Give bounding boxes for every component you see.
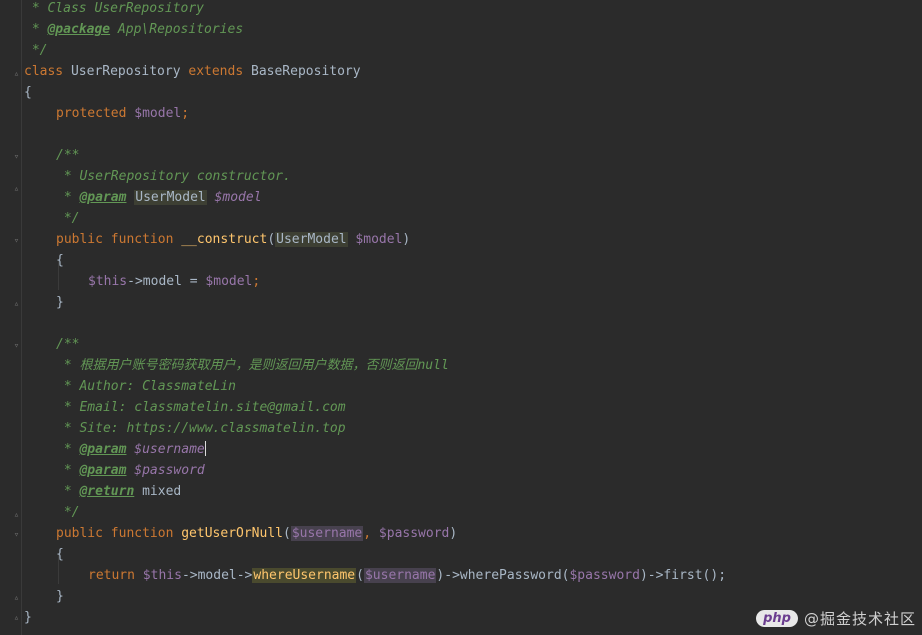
code-line-17: /** <box>56 337 80 352</box>
code-line-13: { <box>56 253 64 268</box>
doc-tag: @param <box>79 463 127 478</box>
variable-token: $this <box>88 274 128 289</box>
keyword-token: class <box>24 64 64 79</box>
code-line-9: * UserRepository constructor. <box>56 169 291 184</box>
code-line-25: */ <box>56 505 80 520</box>
code-line-1: * Class UserRepository <box>24 1 205 16</box>
code-line-10: * @param UserModel $model <box>56 187 262 208</box>
code-line-14: $this->model = $model; <box>88 271 260 292</box>
code-line-15: } <box>56 295 64 310</box>
doc-tag: @package <box>47 22 111 37</box>
member-token: ->model = <box>127 274 206 289</box>
doc-star: * <box>56 190 80 205</box>
paren-token: ) <box>449 526 458 541</box>
class-name-token: UserRepository <box>63 64 189 79</box>
doc-tag: @return <box>79 484 135 499</box>
method-token: whereUsername <box>252 568 357 583</box>
member-token: ->model-> <box>181 568 253 583</box>
fold-marker-icon[interactable] <box>12 153 21 162</box>
code-line-26: public function getUserOrNull($username,… <box>56 523 457 544</box>
watermark-text: @掘金技术社区 <box>803 610 916 628</box>
keyword-token: public function <box>56 526 182 541</box>
code-line-23: * @param $password <box>56 460 205 481</box>
code-line-22: * @param $username <box>56 439 206 460</box>
code-line-3: */ <box>24 43 48 58</box>
code-line-30: } <box>24 610 32 625</box>
code-line-20: * Email: classmatelin.site@gmail.com <box>56 400 346 415</box>
function-name-token: getUserOrNull <box>181 526 283 541</box>
doc-star: * <box>56 442 80 457</box>
code-line-6: protected $model; <box>56 103 189 124</box>
punct-token: , <box>363 526 379 541</box>
type-token: mixed <box>134 484 182 499</box>
code-line-8: /** <box>56 148 80 163</box>
code-editor[interactable]: * Class UserRepository * @package App\Re… <box>0 0 922 635</box>
code-line-27: { <box>56 547 64 562</box>
doc-text: App\Repositories <box>110 22 244 37</box>
fold-marker-icon[interactable] <box>12 342 21 351</box>
paren-token: ) <box>402 232 411 247</box>
variable-token: $password <box>569 568 640 583</box>
fold-marker-icon[interactable] <box>12 511 21 520</box>
variable-token: $password <box>378 526 450 541</box>
variable-token: $this <box>142 568 182 583</box>
function-name-token: __construct <box>181 232 268 247</box>
punct-token: ; <box>181 106 190 121</box>
code-line-18: * 根据用户账号密码获取用户，是则返回用户数据，否则返回null <box>56 358 449 373</box>
member-token: )->wherePassword( <box>436 568 570 583</box>
text-caret <box>204 441 206 456</box>
doc-star: * <box>56 484 80 499</box>
code-line-4: class UserRepository extends BaseReposit… <box>24 61 361 82</box>
code-line-2: * @package App\Repositories <box>24 22 244 37</box>
variable-token: $username <box>363 568 437 583</box>
fold-marker-icon[interactable] <box>12 185 21 194</box>
variable-token: $model <box>126 106 182 121</box>
watermark: php @掘金技术社区 <box>756 608 916 629</box>
variable-token: $model <box>347 232 403 247</box>
code-line-24: * @return mixed <box>56 481 181 502</box>
variable-token: $model <box>205 274 253 289</box>
class-name-token: BaseRepository <box>243 64 361 79</box>
keyword-token: extends <box>188 64 244 79</box>
type-token: UserModel <box>134 190 207 205</box>
variable-token: $password <box>126 463 205 478</box>
code-line-21: * Site: https://www.classmatelin.top <box>56 421 346 436</box>
fold-marker-icon[interactable] <box>12 594 21 603</box>
paren-token: ( <box>356 568 364 583</box>
variable-token: $model <box>206 190 262 205</box>
code-line-19: * Author: ClassmateLin <box>56 379 237 394</box>
fold-marker-icon[interactable] <box>12 237 21 246</box>
paren-token: ( <box>267 232 276 247</box>
punct-token: ; <box>252 274 261 289</box>
fold-marker-icon[interactable] <box>12 300 21 309</box>
code-line-11: */ <box>56 211 80 226</box>
keyword-token: protected <box>56 106 127 121</box>
variable-token: $username <box>126 442 205 457</box>
fold-marker-icon[interactable] <box>12 70 21 79</box>
keyword-token: public function <box>56 232 182 247</box>
doc-tag: @param <box>79 190 127 205</box>
keyword-token: return <box>88 568 143 583</box>
doc-star: * <box>56 463 80 478</box>
doc-tag: @param <box>79 442 127 457</box>
fold-marker-icon[interactable] <box>12 531 21 540</box>
paren-token: ( <box>282 526 291 541</box>
code-line-5: { <box>24 85 32 100</box>
code-line-12: public function __construct(UserModel $m… <box>56 229 410 250</box>
variable-token: $username <box>290 526 364 541</box>
code-line-28: return $this->model->whereUsername($user… <box>88 565 726 586</box>
fold-marker-icon[interactable] <box>12 614 21 623</box>
php-logo: php <box>756 610 798 627</box>
gutter-divider <box>21 0 22 635</box>
member-token: )->first(); <box>639 568 727 583</box>
code-line-29: } <box>56 589 64 604</box>
type-token: UserModel <box>275 232 348 247</box>
